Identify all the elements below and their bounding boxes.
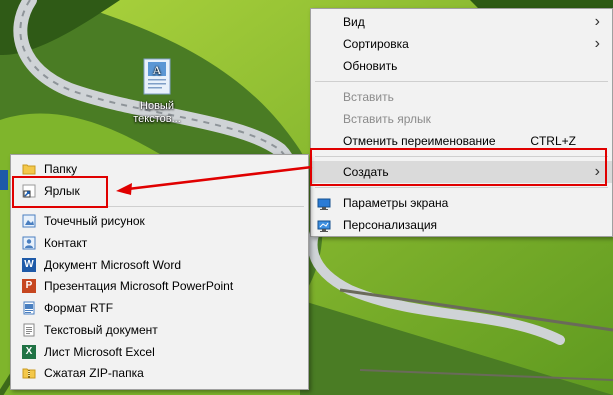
annotation-arrow [116, 165, 313, 195]
